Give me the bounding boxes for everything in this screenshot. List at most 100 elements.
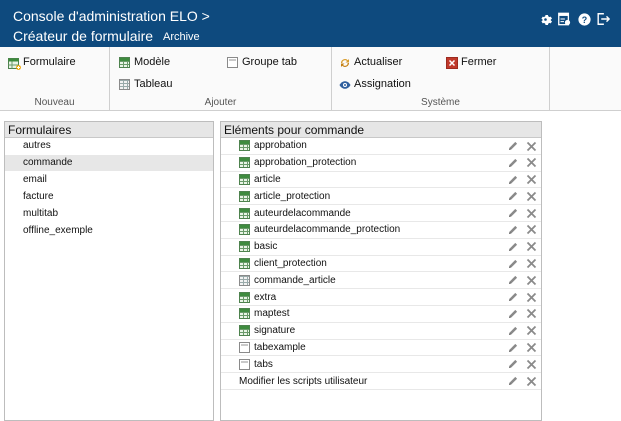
element-row[interactable]: auteurdelacommande_protection xyxy=(221,222,541,239)
delete-x-icon[interactable] xyxy=(525,358,537,370)
element-label: client_protection xyxy=(254,257,327,269)
element-row[interactable]: client_protection xyxy=(221,256,541,273)
row-actions xyxy=(507,325,537,337)
breadcrumb-archive[interactable]: Archive xyxy=(163,31,200,43)
delete-x-icon[interactable] xyxy=(525,174,537,186)
element-row[interactable]: maptest xyxy=(221,306,541,323)
assignment-label: Assignation xyxy=(354,78,411,90)
edit-pencil-icon[interactable] xyxy=(507,241,519,253)
row-actions xyxy=(507,274,537,286)
delete-x-icon[interactable] xyxy=(525,375,537,387)
form-list-item[interactable]: offline_exemple xyxy=(5,223,213,240)
delete-x-icon[interactable] xyxy=(525,224,537,236)
green-grid-icon xyxy=(239,325,250,337)
ribbon-group-systeme: Actualiser Assignation Fermer Système xyxy=(332,47,550,111)
form-list-item[interactable]: autres xyxy=(5,138,213,155)
delete-x-icon[interactable] xyxy=(525,140,537,152)
document-settings-icon[interactable] xyxy=(557,12,571,26)
edit-pencil-icon[interactable] xyxy=(507,174,519,186)
form-list-item[interactable]: multitab xyxy=(5,206,213,223)
row-actions xyxy=(507,258,537,270)
assignment-button[interactable]: Assignation xyxy=(339,78,411,90)
edit-pencil-icon[interactable] xyxy=(507,140,519,152)
delete-x-icon[interactable] xyxy=(525,190,537,202)
element-row[interactable]: tabexample xyxy=(221,340,541,357)
row-actions xyxy=(507,291,537,303)
form-list-item[interactable]: commande xyxy=(5,155,213,172)
row-actions xyxy=(507,174,537,186)
edit-pencil-icon[interactable] xyxy=(507,274,519,286)
refresh-icon xyxy=(339,57,350,68)
element-row[interactable]: signature xyxy=(221,323,541,340)
green-grid-icon xyxy=(239,140,250,152)
element-label: extra xyxy=(254,291,277,303)
delete-x-icon[interactable] xyxy=(525,241,537,253)
element-row[interactable]: tabs xyxy=(221,356,541,374)
element-label: basic xyxy=(254,241,278,253)
ribbon-group-ajouter: Modèle Tableau Groupe tab Ajouter xyxy=(110,47,332,111)
row-actions xyxy=(507,207,537,219)
edit-pencil-icon[interactable] xyxy=(507,291,519,303)
refresh-label: Actualiser xyxy=(354,56,403,68)
elements-panel-title: Eléments pour commande xyxy=(221,122,541,138)
delete-x-icon[interactable] xyxy=(525,207,537,219)
edit-pencil-icon[interactable] xyxy=(507,207,519,219)
ribbon-group-nouveau: Formulaire Nouveau xyxy=(0,47,110,111)
model-icon xyxy=(119,56,130,68)
group-label-nouveau: Nouveau xyxy=(34,97,75,108)
edit-pencil-icon[interactable] xyxy=(507,325,519,337)
element-row[interactable]: approbation xyxy=(221,138,541,155)
add-model-button[interactable]: Modèle xyxy=(119,56,170,68)
refresh-button[interactable]: Actualiser xyxy=(339,56,402,68)
green-grid-icon xyxy=(239,291,250,303)
table-icon xyxy=(119,78,130,90)
gear-icon[interactable] xyxy=(538,12,552,26)
app-title: Console d'administration ELO > xyxy=(13,8,210,24)
add-tab-group-button[interactable]: Groupe tab xyxy=(227,56,297,68)
delete-x-icon[interactable] xyxy=(525,274,537,286)
elements-list: approbation approbation_protection article… xyxy=(221,138,541,390)
elements-panel: Eléments pour commande approbation approb… xyxy=(220,121,542,421)
close-button[interactable]: Fermer xyxy=(446,56,496,69)
logout-icon[interactable] xyxy=(596,12,610,26)
new-form-button[interactable]: Formulaire xyxy=(8,56,76,70)
green-grid-icon xyxy=(239,241,250,253)
edit-pencil-icon[interactable] xyxy=(507,224,519,236)
delete-x-icon[interactable] xyxy=(525,291,537,303)
element-row[interactable]: article_protection xyxy=(221,188,541,206)
element-label: auteurdelacommande_protection xyxy=(254,224,401,236)
edit-pencil-icon[interactable] xyxy=(507,308,519,320)
group-label-ajouter: Ajouter xyxy=(204,97,237,108)
delete-x-icon[interactable] xyxy=(525,308,537,320)
new-form-icon xyxy=(8,57,21,70)
element-row[interactable]: extra xyxy=(221,289,541,306)
element-row[interactable]: auteurdelacommande xyxy=(221,205,541,222)
forms-list: autres commande email facture multitab offlin… xyxy=(5,138,213,240)
delete-x-icon[interactable] xyxy=(525,258,537,270)
form-list-item[interactable]: email xyxy=(5,172,213,189)
element-row[interactable]: basic xyxy=(221,239,541,256)
form-list-item[interactable]: facture xyxy=(5,189,213,206)
element-row[interactable]: Modifier les scripts utilisateur xyxy=(221,373,541,390)
add-table-button[interactable]: Tableau xyxy=(119,78,173,90)
element-row[interactable]: article xyxy=(221,172,541,189)
edit-pencil-icon[interactable] xyxy=(507,342,519,354)
edit-pencil-icon[interactable] xyxy=(507,157,519,169)
delete-x-icon[interactable] xyxy=(525,325,537,337)
edit-pencil-icon[interactable] xyxy=(507,190,519,202)
element-row[interactable]: approbation_protection xyxy=(221,155,541,172)
add-table-label: Tableau xyxy=(134,78,173,90)
edit-pencil-icon[interactable] xyxy=(507,375,519,387)
app-header: Console d'administration ELO > Créateur … xyxy=(0,0,621,47)
element-label: maptest xyxy=(254,308,290,320)
edit-pencil-icon[interactable] xyxy=(507,358,519,370)
edit-pencil-icon[interactable] xyxy=(507,258,519,270)
green-grid-icon xyxy=(239,207,250,219)
delete-x-icon[interactable] xyxy=(525,157,537,169)
help-icon[interactable]: ? xyxy=(577,12,591,26)
tab-group-icon xyxy=(227,56,238,68)
new-form-label: Formulaire xyxy=(23,56,76,68)
element-row[interactable]: commande_article xyxy=(221,272,541,290)
row-actions xyxy=(507,241,537,253)
delete-x-icon[interactable] xyxy=(525,342,537,354)
